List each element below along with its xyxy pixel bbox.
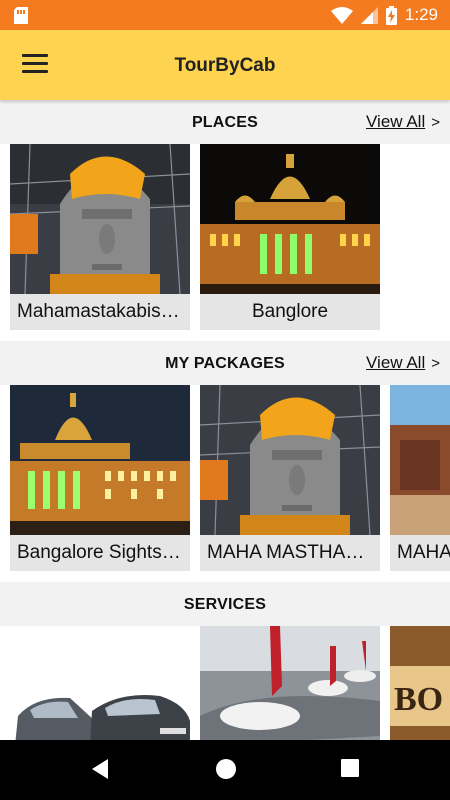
package-label: Bangalore Sightseeing [17, 542, 190, 563]
app-bar: TourByCab [0, 30, 450, 100]
places-view-all-label: View All [366, 112, 426, 131]
place-label: Banglore [251, 301, 329, 322]
place-card[interactable]: Banglore [200, 144, 380, 330]
package-label: MAHA MASTHAKABISHEKA [207, 542, 380, 563]
services-section-header: SERVICES [0, 582, 450, 626]
packages-view-all-link[interactable]: View All > [366, 353, 440, 373]
svg-text:BO: BO [394, 681, 443, 718]
places-carousel[interactable]: Mahamastakabisheka Banglore [0, 144, 450, 341]
place-image-statue [10, 144, 190, 294]
service-card-airport[interactable] [200, 626, 380, 740]
package-card[interactable]: MAHA [390, 385, 450, 571]
wifi-icon [330, 6, 353, 24]
chevron-right-icon: > [431, 113, 440, 131]
packages-view-all-label: View All [366, 353, 426, 372]
system-navigation-bar [0, 740, 450, 800]
packages-carousel[interactable]: Bangalore Sightseeing MAHA MASTHAKA MAHA [0, 385, 450, 582]
places-view-all-link[interactable]: View All > [366, 112, 440, 132]
place-card[interactable]: Mahamastakabisheka [10, 144, 190, 330]
sim-card-icon [14, 7, 28, 24]
main-content[interactable]: PLACES View All > Mahamastakabisheka Ban… [0, 100, 450, 740]
places-section-header: PLACES View All > [0, 100, 450, 144]
package-image-palace [10, 385, 190, 535]
package-image-temple [390, 385, 450, 535]
package-image-statue [200, 385, 380, 535]
signal-icon [360, 6, 378, 24]
services-carousel[interactable]: BO [0, 626, 450, 740]
package-card[interactable]: MAHA MASTHAKABISHEKA [200, 385, 380, 571]
packages-section-header: MY PACKAGES View All > [0, 341, 450, 385]
place-image-palace [200, 144, 380, 294]
app-title: TourByCab [174, 55, 276, 76]
status-time: 1:29 [404, 5, 438, 24]
package-card[interactable]: Bangalore Sightseeing [10, 385, 190, 571]
package-label: MAHA [397, 542, 450, 563]
service-card-booking[interactable]: BO [390, 626, 450, 740]
services-section-title: SERVICES [183, 596, 267, 613]
back-icon[interactable] [90, 758, 110, 780]
recents-icon[interactable] [340, 758, 360, 778]
chevron-right-icon: > [431, 354, 440, 372]
service-card-cars[interactable] [10, 626, 190, 740]
home-icon[interactable] [215, 758, 237, 780]
status-bar: 1:29 [0, 0, 450, 30]
place-label: Mahamastakabisheka [17, 301, 190, 322]
battery-charging-icon [385, 5, 397, 25]
